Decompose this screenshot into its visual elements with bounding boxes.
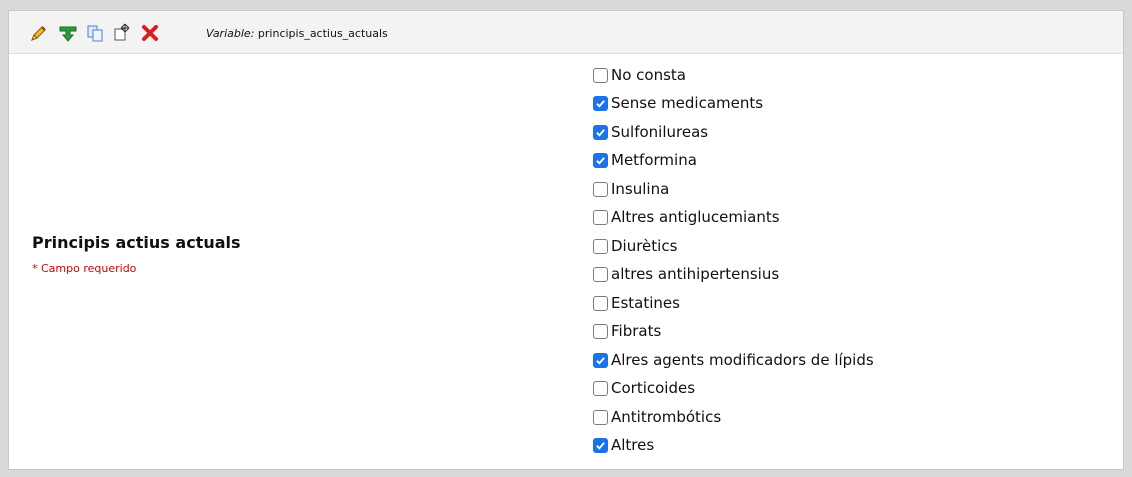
copy-icon[interactable]: [85, 23, 105, 43]
option-antitrombotics[interactable]: Antitrombótics: [593, 403, 1113, 432]
option-fibrats[interactable]: Fibrats: [593, 318, 1113, 347]
checkbox[interactable]: [593, 153, 608, 169]
checkbox[interactable]: [593, 381, 608, 397]
option-label: Diurètics: [611, 236, 678, 255]
option-altres-antiglucemiants[interactable]: Altres antiglucemiants: [593, 204, 1113, 233]
option-corticoides[interactable]: Corticoides: [593, 375, 1113, 404]
question-title: Principis actius actuals: [32, 233, 241, 252]
option-sense-medicaments[interactable]: Sense medicaments: [593, 90, 1113, 119]
field-editor-panel: Variable: principis_actius_actuals Princ…: [8, 10, 1124, 470]
option-sulfonilureas[interactable]: Sulfonilureas: [593, 118, 1113, 147]
checkbox[interactable]: [593, 96, 608, 112]
delete-icon[interactable]: [140, 23, 160, 43]
variable-label: Variable:: [206, 27, 255, 40]
option-label: Altres antiglucemiants: [611, 208, 780, 227]
checkbox[interactable]: [593, 210, 608, 226]
move-icon[interactable]: [111, 23, 131, 43]
checkbox[interactable]: [593, 438, 608, 454]
option-no-consta[interactable]: No consta: [593, 61, 1113, 90]
option-altres-antihipertensius[interactable]: altres antihipertensius: [593, 261, 1113, 290]
option-label: Sense medicaments: [611, 94, 764, 113]
question-label-block: Principis actius actuals * Campo requeri…: [32, 233, 241, 275]
variable-name: principis_actius_actuals: [257, 27, 388, 40]
option-label: Alres agents modificadors de lípids: [611, 350, 874, 369]
checkbox[interactable]: [593, 181, 608, 197]
checkbox[interactable]: [593, 352, 608, 368]
option-label: Sulfonilureas: [611, 122, 709, 141]
option-label: Estatines: [611, 293, 680, 312]
branch-icon[interactable]: [58, 23, 78, 43]
option-altres[interactable]: Altres: [593, 432, 1113, 461]
pencil-icon[interactable]: [29, 23, 49, 43]
checkbox[interactable]: [593, 409, 608, 425]
checkbox-options-list: No consta Sense medicaments Sulfonilurea…: [593, 61, 1113, 460]
option-label: altres antihipertensius: [611, 265, 780, 284]
option-label: Insulina: [611, 179, 670, 198]
option-label: Antitrombótics: [611, 407, 722, 426]
field-toolbar: Variable: principis_actius_actuals: [9, 11, 1123, 54]
option-metformina[interactable]: Metformina: [593, 147, 1113, 176]
checkbox[interactable]: [593, 324, 608, 340]
option-label: Fibrats: [611, 322, 662, 341]
checkbox[interactable]: [593, 67, 608, 83]
option-label: Altres: [611, 436, 655, 455]
option-estatines[interactable]: Estatines: [593, 289, 1113, 318]
checkbox[interactable]: [593, 124, 608, 140]
option-insulina[interactable]: Insulina: [593, 175, 1113, 204]
checkbox[interactable]: [593, 295, 608, 311]
checkbox[interactable]: [593, 267, 608, 283]
checkbox[interactable]: [593, 238, 608, 254]
required-field-note: * Campo requerido: [32, 262, 137, 275]
option-label: No consta: [611, 65, 686, 84]
variable-name-line: Variable: principis_actius_actuals: [206, 27, 388, 40]
option-diuretics[interactable]: Diurètics: [593, 232, 1113, 261]
option-label: Metformina: [611, 151, 697, 170]
option-label: Corticoides: [611, 379, 696, 398]
option-alres-agents-modificadors-de-lipids[interactable]: Alres agents modificadors de lípids: [593, 346, 1113, 375]
